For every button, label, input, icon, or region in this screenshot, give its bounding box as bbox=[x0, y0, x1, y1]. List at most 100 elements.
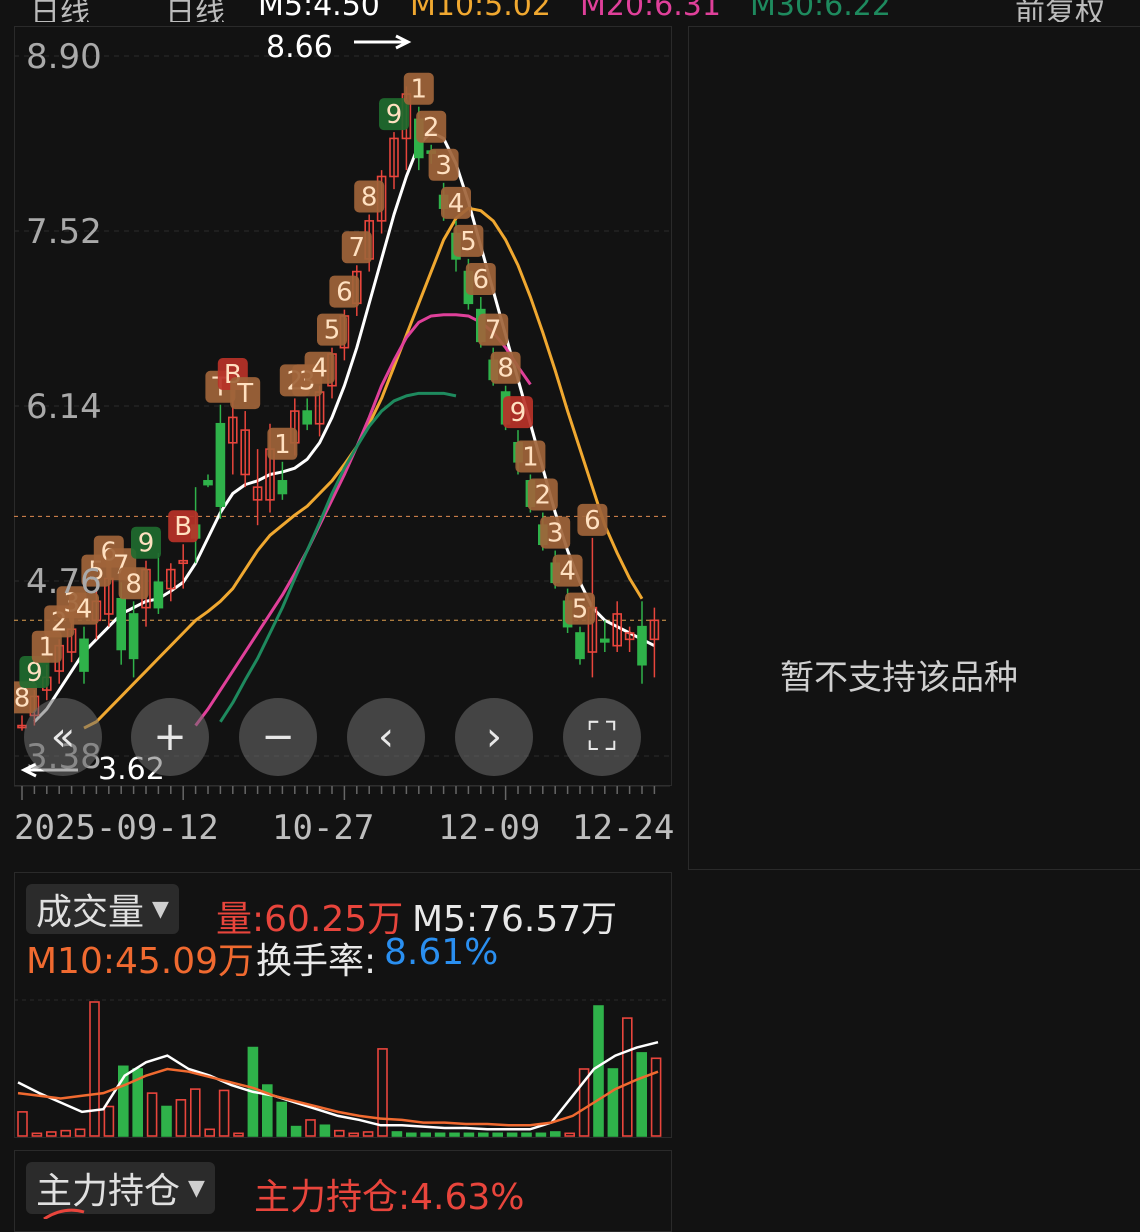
volume-bar bbox=[549, 1131, 561, 1137]
caret-down-icon: ▼ bbox=[152, 896, 169, 922]
td-badge-label: 1 bbox=[274, 430, 291, 460]
volume-bar bbox=[463, 1132, 475, 1137]
previous-button[interactable]: ‹ bbox=[347, 698, 425, 776]
ma10-line bbox=[83, 206, 644, 730]
volume-bar bbox=[521, 1132, 532, 1137]
y-tick-label: 7.52 bbox=[26, 212, 102, 252]
candle-body bbox=[116, 597, 126, 651]
volume-bar bbox=[319, 1124, 331, 1137]
candle-body bbox=[302, 410, 313, 425]
indicator-selector-label: 成交量 bbox=[36, 892, 145, 933]
volume-bar bbox=[564, 1132, 576, 1137]
volume-bar bbox=[477, 1132, 489, 1137]
volume-bar bbox=[31, 1132, 43, 1137]
volume-bar bbox=[607, 1068, 619, 1137]
volume-bar bbox=[290, 1125, 302, 1137]
high-arrow-icon bbox=[354, 34, 412, 50]
candle-body bbox=[575, 632, 585, 660]
volume-bar bbox=[449, 1132, 460, 1137]
volume-bar bbox=[621, 1017, 633, 1137]
ma20-value: M20:6.31 bbox=[580, 0, 721, 22]
volume-bar bbox=[17, 1111, 28, 1137]
td-badge-label: 6 bbox=[584, 506, 601, 536]
volume-bar bbox=[146, 1092, 158, 1137]
volume-bar bbox=[650, 1057, 662, 1137]
volume-bar bbox=[420, 1132, 432, 1137]
td-badge-label: 5 bbox=[324, 316, 341, 346]
x-axis-ticks bbox=[14, 785, 670, 800]
volume-bar bbox=[45, 1131, 57, 1137]
td-badge-label: 4 bbox=[311, 354, 328, 384]
holdings-value: 主力持仓:4.63% bbox=[254, 1177, 525, 1218]
td-badge-label: 8 bbox=[361, 183, 378, 213]
volume-bar bbox=[405, 1132, 417, 1137]
holdings-line bbox=[43, 1208, 85, 1219]
td-badge-label: 3 bbox=[435, 151, 452, 181]
td-badge-label: 4 bbox=[448, 189, 465, 219]
zoom-out-button[interactable]: − bbox=[239, 698, 317, 776]
x-tick-label: 2025-09-12 bbox=[14, 808, 219, 848]
indicator-selector[interactable]: 成交量 ▼ bbox=[26, 884, 179, 934]
td-badge-label: 2 bbox=[535, 481, 552, 511]
volume-bar bbox=[218, 1089, 230, 1137]
next-button[interactable]: › bbox=[455, 698, 533, 776]
adjust-selector[interactable]: 前复权 bbox=[1015, 0, 1105, 22]
volume-bar bbox=[348, 1132, 360, 1137]
high-price-label: 8.66 bbox=[266, 30, 333, 65]
candle-body bbox=[637, 625, 647, 666]
td-badge-label: 1 bbox=[411, 75, 428, 105]
volume-bar bbox=[535, 1132, 547, 1137]
volume-bar bbox=[204, 1128, 215, 1137]
side-panel-frame bbox=[688, 26, 1140, 870]
period-selector[interactable]: 日线 bbox=[30, 0, 90, 22]
y-tick-label: 8.90 bbox=[26, 37, 102, 77]
volume-bar bbox=[377, 1048, 388, 1137]
candle-body bbox=[203, 480, 213, 486]
volume-bar bbox=[190, 1088, 201, 1137]
volume-bar bbox=[636, 1052, 648, 1137]
turnover-value: 8.61% bbox=[384, 932, 499, 973]
ma30-value: M30:6.22 bbox=[750, 0, 891, 22]
candle-body bbox=[599, 638, 610, 643]
td-badge-label: 6 bbox=[336, 278, 353, 308]
candle-body bbox=[215, 422, 226, 507]
td-badge-label: 1 bbox=[522, 442, 539, 472]
fullscreen-button[interactable]: ⛶ bbox=[563, 698, 641, 776]
volume-bar bbox=[161, 1105, 172, 1137]
volume-bar bbox=[362, 1131, 374, 1137]
td-badge-label: 8 bbox=[497, 354, 514, 384]
y-tick-label: 4.76 bbox=[26, 562, 102, 602]
ma30-line bbox=[219, 391, 457, 723]
volume-chart[interactable] bbox=[14, 998, 670, 1138]
x-tick-label: 12-09 bbox=[438, 808, 541, 848]
candle-body bbox=[153, 581, 164, 609]
volume-bar bbox=[333, 1129, 345, 1137]
zoom-in-button[interactable]: + bbox=[131, 698, 209, 776]
candle-body bbox=[79, 638, 89, 672]
td-badge-label: T bbox=[236, 379, 253, 409]
volume-bar bbox=[305, 1119, 316, 1137]
td-badge-label: 7 bbox=[485, 316, 502, 346]
jump-to-start-button[interactable]: « bbox=[24, 698, 102, 776]
price-chart[interactable]: 89123456789BTBT123456789123456789123456 … bbox=[14, 26, 670, 784]
chart-header: 日线 日线 M5:4.50 M10:5.02 M20:6.31 M30:6.22… bbox=[0, 0, 1140, 22]
ma5-line bbox=[33, 130, 656, 723]
volume-bar bbox=[74, 1128, 86, 1137]
td-badge-label: B bbox=[174, 512, 192, 542]
y-tick-label: 6.14 bbox=[26, 387, 102, 427]
td-badge-label: 6 bbox=[473, 265, 490, 295]
unsupported-message: 暂不支持该品种 bbox=[780, 658, 1018, 698]
x-tick-label: 12-24 bbox=[572, 808, 675, 848]
td-badge-label: 5 bbox=[572, 595, 589, 625]
x-tick-label: 10-27 bbox=[272, 808, 375, 848]
ma5-value: M5:4.50 bbox=[258, 0, 380, 22]
candle-body bbox=[277, 480, 288, 495]
volume-bar bbox=[506, 1132, 518, 1137]
td-badge-label: 9 bbox=[510, 398, 527, 428]
volume-bar bbox=[276, 1101, 288, 1137]
volume-bar bbox=[89, 1001, 100, 1137]
ma10-value: M10:5.02 bbox=[410, 0, 551, 22]
turnover-label: 换手率: bbox=[256, 941, 377, 982]
td-badge-label: 9 bbox=[138, 529, 155, 559]
chart-type-label: 日线 bbox=[165, 0, 225, 22]
